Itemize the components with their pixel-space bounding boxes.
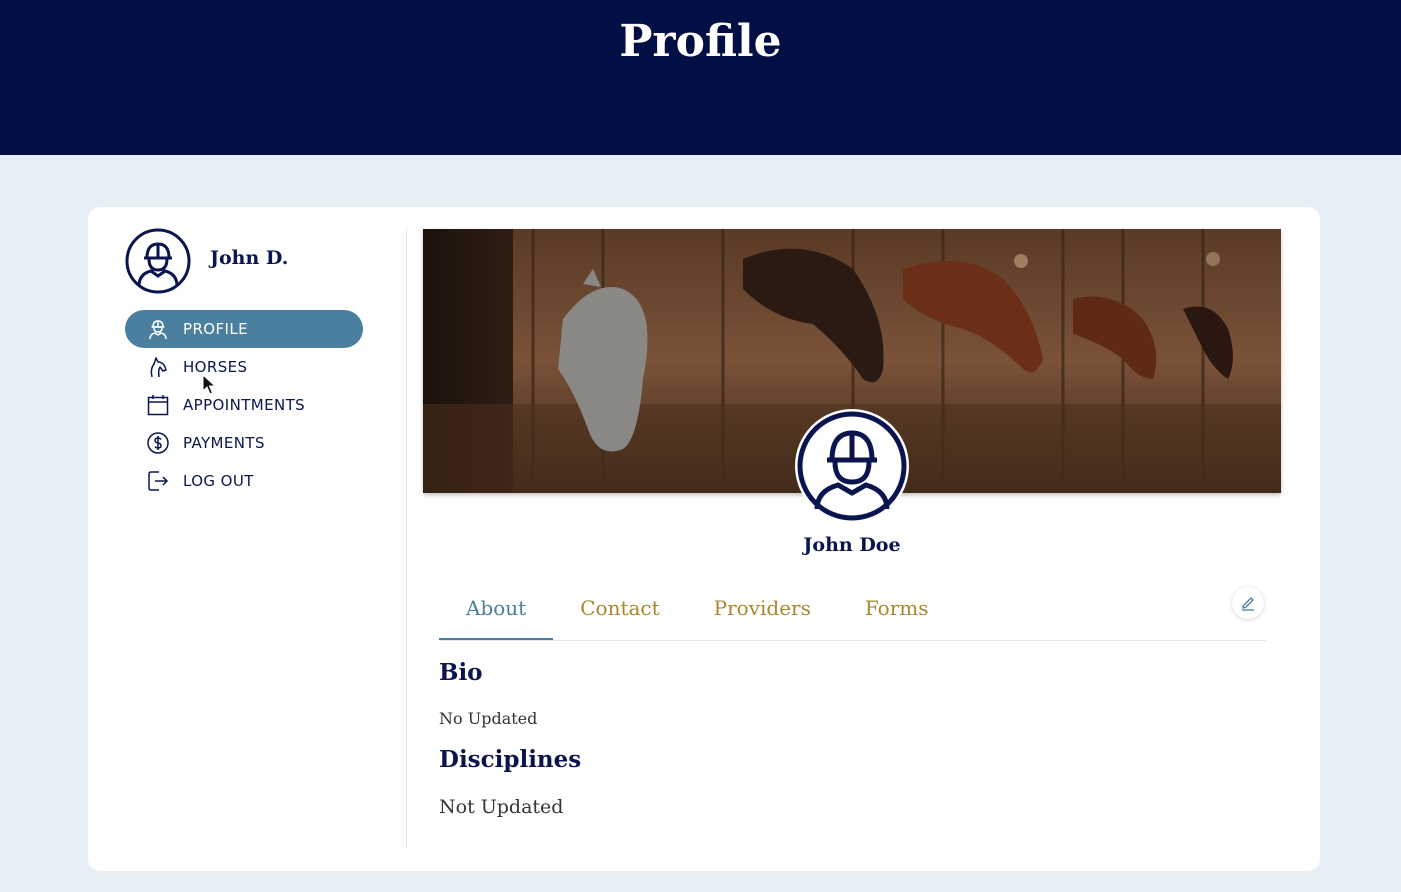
bio-text: No Updated — [439, 709, 538, 728]
sidebar-item-payments[interactable]: PAYMENTS — [125, 424, 363, 462]
horse-icon — [145, 354, 171, 380]
mouse-cursor-icon — [202, 374, 217, 395]
tab-about[interactable]: About — [439, 588, 554, 640]
sidebar-item-label: LOG OUT — [183, 472, 254, 490]
profile-full-name: John Doe — [803, 534, 901, 556]
sidebar-item-label: PAYMENTS — [183, 434, 265, 452]
sidebar-item-profile[interactable]: PROFILE — [125, 310, 363, 348]
profile-tabs: About Contact Providers Forms — [439, 588, 1266, 641]
profile-avatar[interactable] — [793, 407, 911, 525]
rider-avatar-icon — [125, 228, 191, 294]
disciplines-heading: Disciplines — [439, 746, 582, 773]
edit-profile-button[interactable] — [1232, 587, 1264, 619]
dollar-icon — [145, 430, 171, 456]
disciplines-text: Not Updated — [439, 796, 564, 818]
user-short-name: John D. — [210, 247, 289, 269]
sidebar-item-label: PROFILE — [183, 320, 248, 338]
rider-avatar-icon — [795, 409, 909, 523]
tab-forms[interactable]: Forms — [838, 588, 956, 640]
sidebar-item-horses[interactable]: HORSES — [125, 348, 363, 386]
sidebar-item-appointments[interactable]: APPOINTMENTS — [125, 386, 363, 424]
profile-card: John D. PROFILE HORSES APPOINTMENTS PAYM… — [88, 207, 1320, 871]
tab-contact[interactable]: Contact — [553, 588, 686, 640]
page-title: Profile — [619, 16, 782, 67]
sidebar-nav: PROFILE HORSES APPOINTMENTS PAYMENTS LOG… — [125, 310, 363, 500]
header-bar: Profile — [0, 0, 1401, 155]
sidebar-divider — [406, 229, 407, 849]
sidebar-item-label: APPOINTMENTS — [183, 396, 306, 414]
tab-providers[interactable]: Providers — [687, 588, 838, 640]
logout-icon — [145, 468, 171, 494]
rider-icon — [145, 316, 171, 342]
sidebar-item-logout[interactable]: LOG OUT — [125, 462, 363, 500]
bio-heading: Bio — [439, 659, 483, 686]
calendar-icon — [145, 392, 171, 418]
pencil-icon — [1242, 597, 1254, 611]
user-avatar[interactable] — [125, 228, 191, 294]
